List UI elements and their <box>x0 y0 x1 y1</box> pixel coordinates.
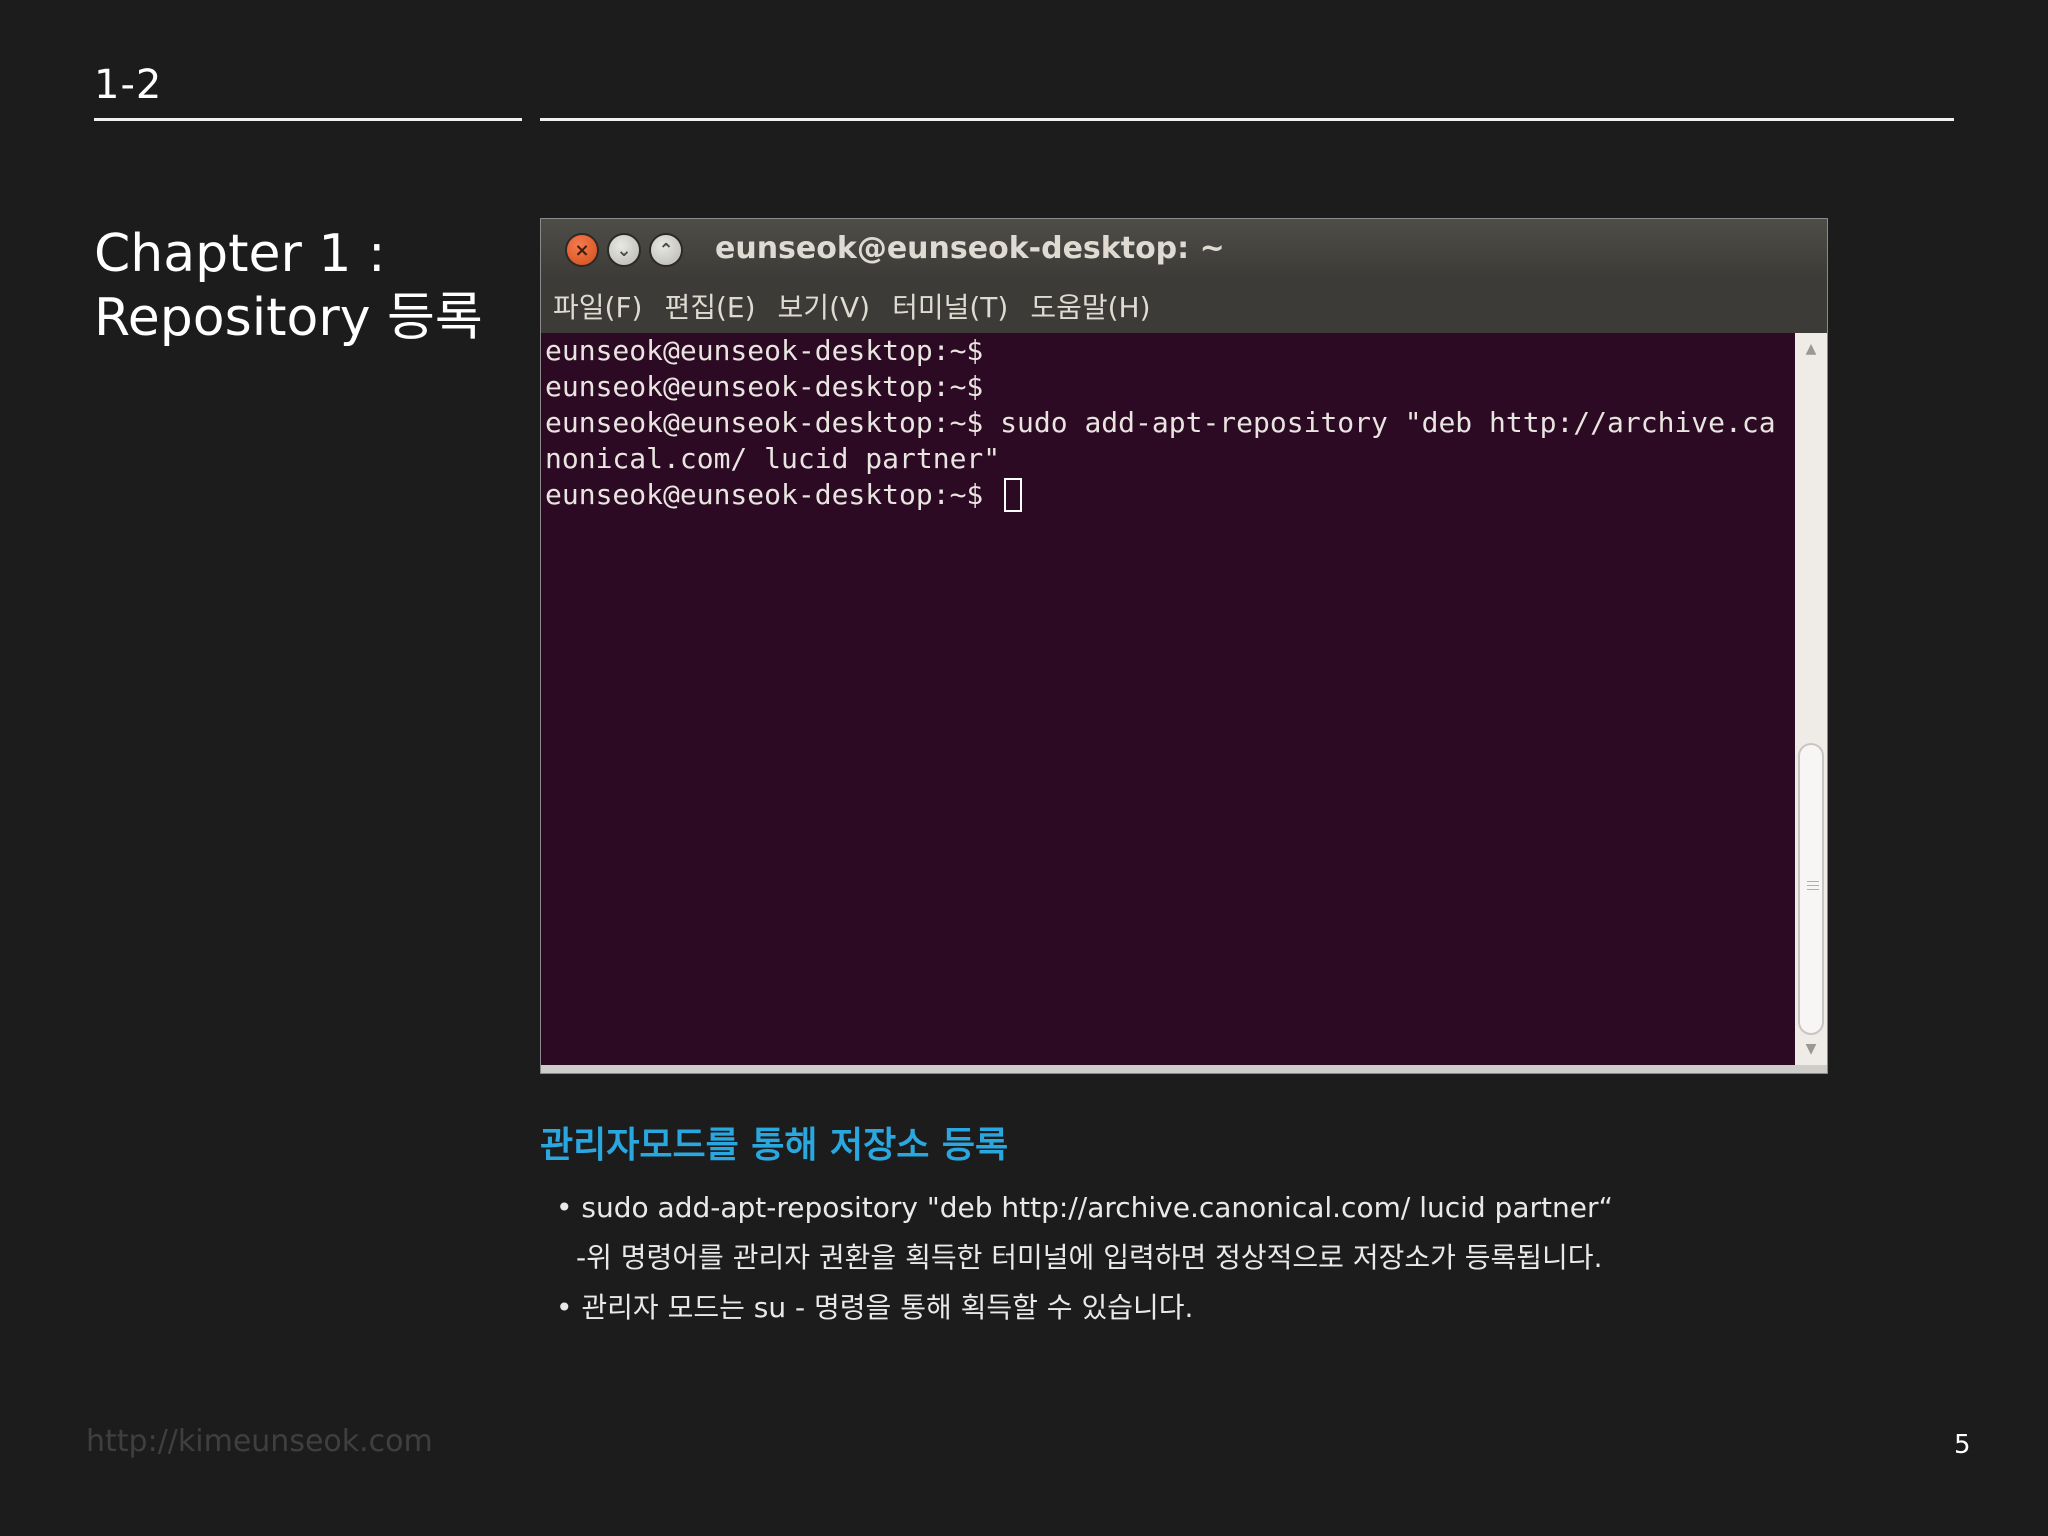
close-button[interactable]: × <box>565 233 599 267</box>
bullet-item: • 관리자 모드는 su - 명령을 통해 획득할 수 있습니다. <box>556 1291 1194 1324</box>
terminal-line: nonical.com/ lucid partner" <box>545 442 1001 475</box>
window-bottom-border <box>541 1065 1827 1073</box>
maximize-icon: ⌃ <box>658 239 674 261</box>
bullet-list: • sudo add-apt-repository "deb http://ar… <box>556 1188 1613 1338</box>
maximize-button[interactable]: ⌃ <box>649 233 683 267</box>
menu-edit[interactable]: 편집(E) <box>664 286 755 326</box>
minimize-button[interactable]: ⌄ <box>607 233 641 267</box>
scroll-up-icon[interactable]: ▲ <box>1795 341 1827 357</box>
scroll-down-icon[interactable]: ▼ <box>1795 1041 1827 1057</box>
page-number: 5 <box>1954 1430 1971 1460</box>
footer-url: http://kimeunseok.com <box>86 1424 433 1459</box>
terminal-prompt-line: eunseok@eunseok-desktop:~$ <box>541 477 1795 513</box>
terminal-window: × ⌄ ⌃ eunseok@eunseok-desktop: ~ 파일(F) 편… <box>540 218 1828 1074</box>
scroll-thumb[interactable]: ― ― ― <box>1798 743 1824 1035</box>
minimize-icon: ⌄ <box>616 239 632 261</box>
menu-view[interactable]: 보기(V) <box>778 286 871 326</box>
section-subheading: 관리자모드를 통해 저장소 등록 <box>540 1125 1009 1166</box>
header-rule-right <box>540 118 1954 121</box>
text-cursor <box>1004 478 1023 512</box>
window-title: eunseok@eunseok-desktop: ~ <box>715 231 1225 266</box>
terminal-line: eunseok@eunseok-desktop:~$ <box>545 334 984 367</box>
close-icon: × <box>574 239 590 261</box>
menu-help[interactable]: 도움말(H) <box>1030 286 1150 326</box>
grip-icon: ― ― ― <box>1807 874 1819 896</box>
prompt-text: eunseok@eunseok-desktop:~$ <box>545 478 1001 511</box>
bullet-item: • sudo add-apt-repository "deb http://ar… <box>556 1191 1613 1224</box>
vertical-scrollbar[interactable]: ▲ ― ― ― ▼ <box>1795 333 1827 1065</box>
menu-terminal[interactable]: 터미널(T) <box>892 286 1008 326</box>
chapter-title-line1: Chapter 1 : <box>94 224 386 284</box>
terminal-output[interactable]: eunseok@eunseok-desktop:~$ eunseok@eunse… <box>541 333 1795 1065</box>
window-titlebar[interactable]: × ⌄ ⌃ eunseok@eunseok-desktop: ~ <box>541 219 1827 279</box>
chapter-title-line2: Repository 등록 <box>94 288 483 348</box>
terminal-line: eunseok@eunseok-desktop:~$ sudo add-apt-… <box>545 406 1776 439</box>
menu-file[interactable]: 파일(F) <box>553 286 642 326</box>
chapter-title: Chapter 1 : Repository 등록 <box>94 222 483 350</box>
bullet-subitem: -위 명령어를 관리자 권환을 획득한 터미널에 입력하면 정상적으로 저장소가… <box>576 1241 1603 1274</box>
menu-bar: 파일(F) 편집(E) 보기(V) 터미널(T) 도움말(H) <box>541 279 1827 333</box>
terminal-line: eunseok@eunseok-desktop:~$ <box>545 370 984 403</box>
header-rule-left <box>94 118 522 121</box>
section-number: 1-2 <box>94 62 163 108</box>
